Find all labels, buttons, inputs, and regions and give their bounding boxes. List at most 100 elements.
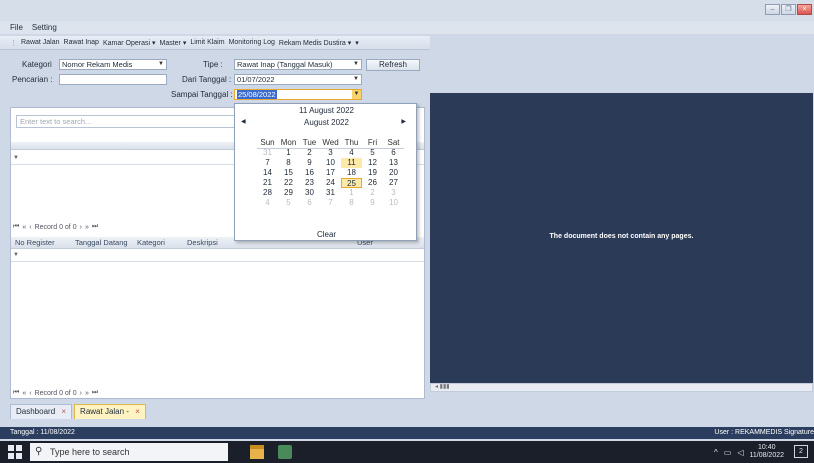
calendar-day[interactable]: 9: [362, 198, 383, 208]
refresh-button[interactable]: Refresh: [366, 59, 420, 71]
calendar-day[interactable]: 22: [278, 178, 299, 188]
col-no-register[interactable]: No Register: [11, 237, 71, 248]
toolbar-kamar-operasi[interactable]: Kamar Operasi ▾: [103, 39, 156, 47]
tab-dashboard[interactable]: Dashboard ×: [10, 404, 73, 419]
tab-rawat-jalan[interactable]: Rawat Jalan - ×: [74, 404, 146, 419]
col-tanggal-datang[interactable]: Tanggal Datang: [71, 237, 133, 248]
calendar-day[interactable]: 30: [299, 188, 320, 198]
calendar-day[interactable]: 5: [278, 198, 299, 208]
nav-next-page-icon[interactable]: »: [85, 224, 89, 231]
calendar-day[interactable]: 10: [320, 158, 341, 168]
toolbar-rawat-jalan[interactable]: Rawat Jalan: [21, 39, 60, 46]
calendar-day[interactable]: 25: [341, 178, 362, 188]
calendar-day[interactable]: 17: [320, 168, 341, 178]
calendar-day[interactable]: 8: [341, 198, 362, 208]
tipe-select[interactable]: Rawat Inap (Tanggal Masuk) ▼: [234, 59, 362, 70]
toolbar-master[interactable]: Master ▾: [159, 39, 186, 47]
kategori-select[interactable]: Nomor Rekam Medis ▼: [59, 59, 167, 70]
calendar-day[interactable]: 15: [278, 168, 299, 178]
calendar-day[interactable]: 5: [362, 148, 383, 158]
calendar-day[interactable]: 1: [278, 148, 299, 158]
restore-icon[interactable]: ❐: [781, 4, 796, 15]
calendar-day[interactable]: 13: [383, 158, 404, 168]
dari-tanggal-input[interactable]: 01/07/2022 ▼: [234, 74, 362, 85]
calendar-day[interactable]: 29: [278, 188, 299, 198]
calendar-day[interactable]: 2: [299, 148, 320, 158]
toolbar-rawat-inap[interactable]: Rawat Inap: [64, 39, 99, 46]
nav-prev-page-icon[interactable]: «: [22, 224, 26, 231]
col-kategori[interactable]: Kategori: [133, 237, 183, 248]
taskbar-search-input[interactable]: ⚲ Type here to search: [30, 443, 228, 461]
chevron-down-icon[interactable]: ▼: [353, 75, 359, 84]
calendar-day[interactable]: 27: [383, 178, 404, 188]
calendar-day[interactable]: 7: [257, 158, 278, 168]
calendar-next-month-icon[interactable]: ▶: [401, 118, 406, 125]
calendar-day[interactable]: 21: [257, 178, 278, 188]
nav-first-icon[interactable]: ⏮: [13, 389, 19, 397]
bottom-grid-filter-row[interactable]: ▼: [11, 250, 424, 262]
calendar-day[interactable]: 10: [383, 198, 404, 208]
calendar-day[interactable]: 28: [257, 188, 278, 198]
calendar-day[interactable]: 24: [320, 178, 341, 188]
calendar-day[interactable]: 11: [341, 158, 362, 168]
menu-setting[interactable]: Setting: [32, 23, 57, 32]
nav-next-page-icon[interactable]: »: [85, 390, 89, 397]
taskbar-clock[interactable]: 10:40 11/08/2022: [749, 444, 784, 460]
calendar-day[interactable]: 1: [341, 188, 362, 198]
calendar-day[interactable]: 12: [362, 158, 383, 168]
toolbar-grip-icon[interactable]: ⋮: [10, 39, 17, 47]
calendar-day[interactable]: 20: [383, 168, 404, 178]
nav-first-icon[interactable]: ⏮: [13, 223, 19, 231]
chevron-up-icon[interactable]: ^: [714, 448, 718, 457]
calendar-day[interactable]: 4: [257, 198, 278, 208]
calendar-day[interactable]: 6: [299, 198, 320, 208]
toolbar-overflow-icon[interactable]: ▾: [355, 39, 359, 47]
nav-next-icon[interactable]: ›: [80, 224, 82, 231]
calendar-day[interactable]: 4: [341, 148, 362, 158]
calendar-day[interactable]: 31: [257, 148, 278, 158]
calendar-day[interactable]: 18: [341, 168, 362, 178]
sampai-tanggal-input[interactable]: 25/08/2022 ▼: [234, 89, 362, 100]
calendar-day[interactable]: 16: [299, 168, 320, 178]
calendar-clear-button[interactable]: Clear: [235, 230, 418, 239]
calendar-day[interactable]: 6: [383, 148, 404, 158]
close-icon[interactable]: ×: [135, 407, 140, 416]
calendar-day[interactable]: 8: [278, 158, 299, 168]
calendar-day[interactable]: 3: [320, 148, 341, 158]
nav-prev-page-icon[interactable]: «: [22, 390, 26, 397]
chevron-down-icon[interactable]: ▼: [158, 60, 164, 69]
calendar-day[interactable]: 9: [299, 158, 320, 168]
toolbar-rekam-medis-dustira[interactable]: Rekam Medis Dustira ▾: [279, 39, 351, 47]
nav-last-icon[interactable]: ⏭: [92, 389, 98, 397]
notification-icon[interactable]: 2: [794, 445, 808, 458]
calendar-month-label[interactable]: August 2022: [235, 118, 418, 127]
calendar-day[interactable]: 23: [299, 178, 320, 188]
nav-prev-icon[interactable]: ‹: [29, 224, 31, 231]
toolbar-limit-klaim[interactable]: Limit Klaim: [190, 39, 224, 46]
toolbar-monitoring-log[interactable]: Monitoring Log: [229, 39, 275, 46]
menu-file[interactable]: File: [10, 23, 23, 32]
calendar-day[interactable]: 14: [257, 168, 278, 178]
calendar-day[interactable]: 7: [320, 198, 341, 208]
app-icon[interactable]: [278, 445, 292, 459]
close-icon[interactable]: ×: [797, 4, 812, 15]
file-explorer-icon[interactable]: [250, 445, 264, 459]
nav-prev-icon[interactable]: ‹: [29, 390, 31, 397]
calendar-day[interactable]: 3: [383, 188, 404, 198]
volume-icon[interactable]: ◁: [737, 448, 743, 457]
calendar-day[interactable]: 31: [320, 188, 341, 198]
grid-search-input[interactable]: Enter text to search...: [16, 115, 240, 128]
calendar-day[interactable]: 26: [362, 178, 383, 188]
close-icon[interactable]: ×: [61, 407, 66, 416]
chevron-down-icon[interactable]: ▼: [352, 90, 361, 99]
document-hscrollbar[interactable]: ◂ ▮▮▮: [430, 383, 813, 392]
nav-next-icon[interactable]: ›: [80, 390, 82, 397]
pencarian-input[interactable]: [59, 74, 167, 85]
nav-last-icon[interactable]: ⏭: [92, 223, 98, 231]
windows-start-icon[interactable]: [8, 445, 22, 459]
calendar-day[interactable]: 19: [362, 168, 383, 178]
calendar-today-label[interactable]: 11 August 2022: [235, 106, 418, 115]
chevron-down-icon[interactable]: ▼: [353, 60, 359, 69]
network-icon[interactable]: ▭: [724, 448, 732, 457]
minimize-icon[interactable]: –: [765, 4, 780, 15]
